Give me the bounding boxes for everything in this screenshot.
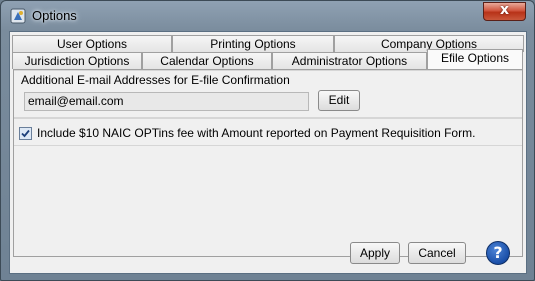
email-group: Additional E-mail Addresses for E-file C… (14, 70, 522, 118)
tab-printing-options[interactable]: Printing Options (172, 35, 334, 52)
fee-group: Include $10 NAIC OPTins fee with Amount … (14, 118, 522, 146)
title-bar[interactable]: Options x (1, 1, 534, 31)
cancel-button-label: Cancel (418, 246, 456, 260)
apply-button-label: Apply (359, 246, 391, 260)
tab-administrator-options[interactable]: Administrator Options (272, 52, 427, 69)
email-field[interactable]: email@email.com (24, 92, 309, 111)
tab-label: User Options (56, 37, 128, 51)
close-button[interactable]: x (483, 2, 526, 21)
efile-options-panel: Additional E-mail Addresses for E-file C… (13, 69, 523, 257)
help-icon[interactable]: ? (486, 241, 510, 265)
tab-label: Printing Options (210, 37, 296, 51)
tab-calendar-options[interactable]: Calendar Options (142, 52, 272, 69)
edit-button-label: Edit (328, 93, 350, 107)
tab-user-options[interactable]: User Options (12, 35, 172, 52)
tab-jurisdiction-options[interactable]: Jurisdiction Options (12, 52, 142, 69)
app-icon[interactable] (10, 8, 26, 24)
edit-button[interactable]: Edit (318, 90, 360, 111)
tab-label: Calendar Options (160, 54, 254, 68)
tab-label: Efile Options (440, 51, 510, 65)
close-icon: x (499, 2, 510, 18)
apply-button[interactable]: Apply (350, 242, 400, 264)
dialog-body: User Options Printing Options Company Op… (9, 31, 527, 274)
tab-label: Jurisdiction Options (24, 54, 130, 68)
help-glyph: ? (493, 243, 503, 262)
email-group-label: Additional E-mail Addresses for E-file C… (21, 73, 290, 87)
naic-fee-checkbox[interactable] (19, 127, 32, 140)
tab-label: Administrator Options (291, 54, 408, 68)
cancel-button[interactable]: Cancel (408, 242, 466, 264)
options-window: Options x User Options Printing Options … (0, 0, 535, 281)
naic-fee-label[interactable]: Include $10 NAIC OPTins fee with Amount … (37, 126, 475, 140)
checkmark-icon (21, 129, 30, 138)
tab-efile-options[interactable]: Efile Options (427, 49, 523, 69)
window-title: Options (32, 8, 77, 23)
